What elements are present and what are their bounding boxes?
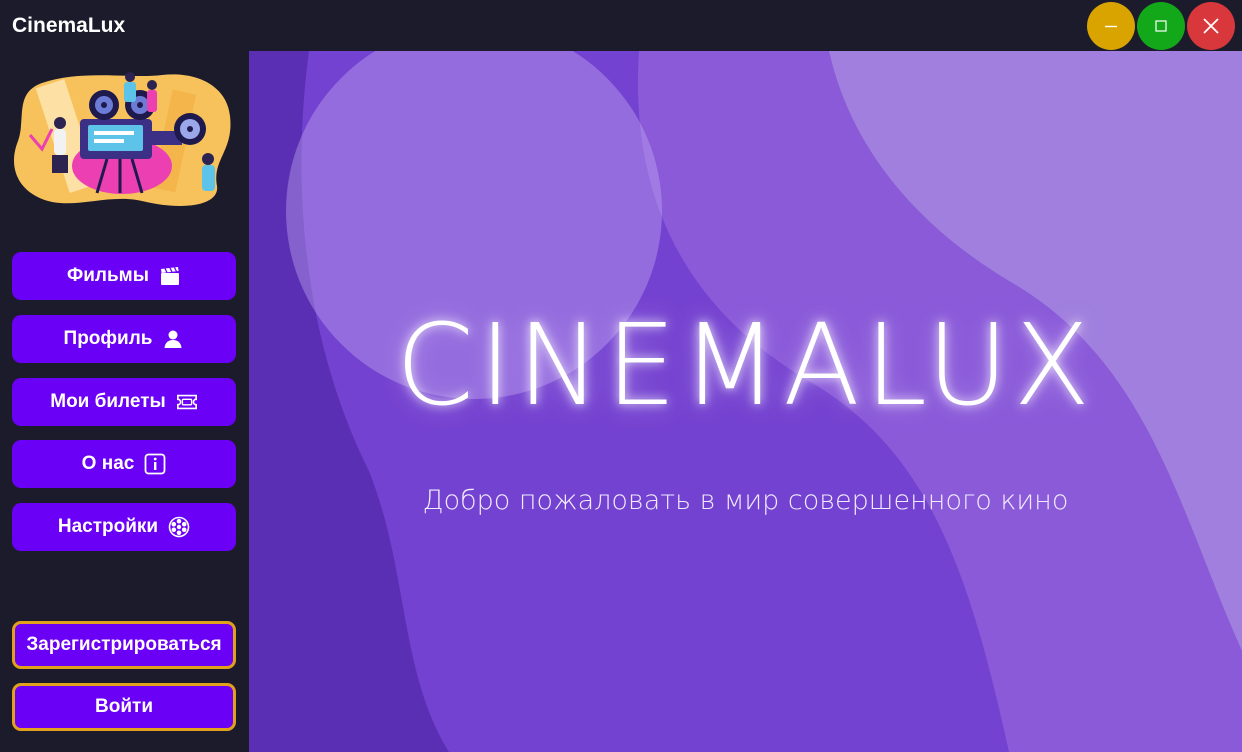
app-title: CinemaLux	[12, 14, 126, 37]
user-icon	[162, 328, 184, 350]
nav-profile-label: Профиль	[63, 328, 153, 349]
nav-about-button[interactable]: О нас	[12, 440, 236, 488]
maximize-icon	[1155, 20, 1167, 32]
nav-about-label: О нас	[81, 453, 135, 474]
hero-banner: CINEMALUX Добро пожаловать в мир соверше…	[249, 51, 1242, 752]
sidebar: Фильмы Профиль Мои билеты О нас Настройк…	[0, 51, 249, 752]
nav-movies-button[interactable]: Фильмы	[12, 252, 236, 300]
close-icon	[1203, 18, 1219, 34]
login-button[interactable]: Войти	[12, 683, 236, 731]
nav-settings-button[interactable]: Настройки	[12, 503, 236, 551]
info-icon	[144, 453, 166, 475]
settings-icon	[168, 516, 190, 538]
nav-movies-label: Фильмы	[67, 265, 149, 286]
title-bar: CinemaLux	[0, 0, 1242, 51]
login-label: Войти	[95, 696, 153, 717]
maximize-button[interactable]	[1137, 2, 1185, 50]
nav-tickets-label: Мои билеты	[50, 391, 166, 412]
minimize-icon	[1105, 25, 1117, 28]
register-button[interactable]: Зарегистрироваться	[12, 621, 236, 669]
register-label: Зарегистрироваться	[26, 634, 222, 655]
nav-profile-button[interactable]: Профиль	[12, 315, 236, 363]
minimize-button[interactable]	[1087, 2, 1135, 50]
nav-settings-label: Настройки	[57, 516, 159, 537]
clapperboard-icon	[159, 265, 181, 287]
brand-title: CINEMALUX	[395, 301, 1096, 431]
close-button[interactable]	[1187, 2, 1235, 50]
nav-tickets-button[interactable]: Мои билеты	[12, 378, 236, 426]
cinema-illustration	[13, 72, 231, 206]
ticket-icon	[176, 391, 198, 413]
tagline: Добро пожаловать в мир совершенного кино	[422, 485, 1069, 516]
